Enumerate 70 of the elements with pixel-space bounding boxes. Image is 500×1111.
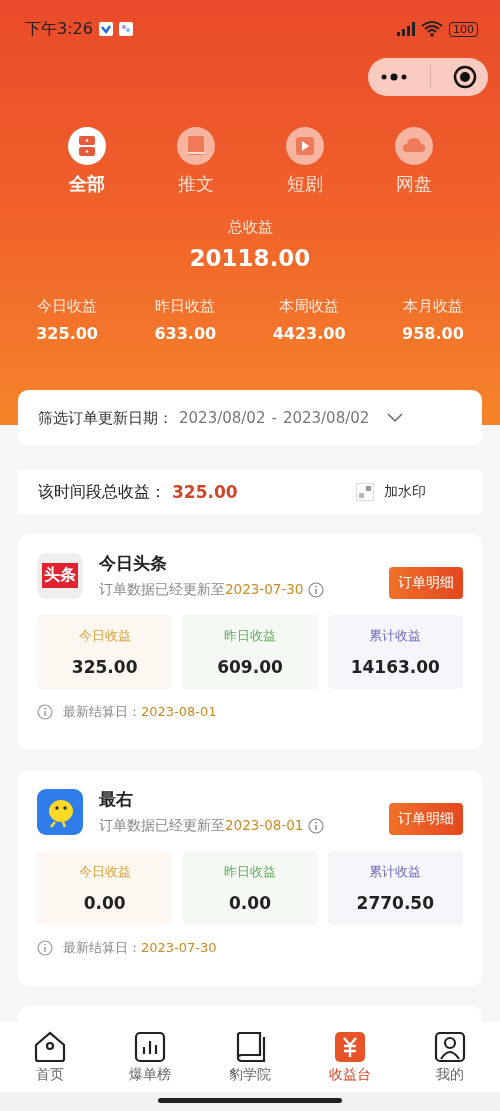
update-status-text: 订单数据已经更新至2023-08-01 [99,817,304,835]
app-notification-icon [118,22,133,36]
date-filter[interactable]: 筛选订单更新日期： 2023/08/02 - 2023/08/02 [18,390,482,446]
tile-label: 今日收益 [78,863,131,881]
order-details-button[interactable]: 订单明细 [389,802,463,835]
stat-value: 633.00 [154,324,217,343]
app-notification-icon [98,22,113,36]
nav-tab[interactable]: 爆单榜 [115,1030,185,1084]
order-details-button[interactable]: 订单明细 [389,566,463,599]
update-status-text: 订单数据已经更新至2023-07-30 [99,581,304,599]
platform-name: 最右 [99,788,134,811]
stat-value: 4423.00 [272,324,346,343]
chick-logo-icon [37,788,83,835]
category-tab[interactable]: 网盘 [393,126,434,196]
stat-label: 昨日收益 [155,297,216,316]
period-total-value: 325.00 [172,482,238,502]
book-icon [234,1030,266,1063]
play-icon [284,126,325,166]
tile-label: 累计收益 [369,627,422,645]
watermark-checkbox[interactable] [356,483,374,501]
stat-value: 958.00 [402,324,464,343]
home-icon [34,1030,66,1063]
info-icon [37,704,53,720]
period-total-label: 该时间段总收益： [38,481,166,503]
wifi-icon [421,21,443,37]
tile-value: 2770.50 [356,893,435,913]
nav-tab[interactable]: 豹学院 [215,1030,285,1084]
start-date: 2023/08/02 [179,409,266,427]
stat-value: 325.00 [36,324,98,343]
tile-value: 325.00 [71,657,138,677]
chevron-down-icon[interactable] [387,413,404,423]
info-icon[interactable] [308,582,325,598]
info-icon[interactable] [308,818,325,834]
date-separator: - [271,409,277,427]
tile-label: 昨日收益 [224,863,276,881]
tile-label: 昨日收益 [224,627,276,645]
platform-name: 今日头条 [99,552,168,575]
end-date: 2023/08/02 [282,409,370,427]
watermark-label: 加水印 [384,483,426,501]
battery-indicator: 100 [449,21,478,37]
total-earnings-value: 20118.00 [188,245,312,271]
nav-tab[interactable]: 我的 [415,1030,485,1084]
settlement-text: 最新结算日：2023-07-30 [63,939,217,957]
stat-label: 今日收益 [37,297,98,316]
stat-label: 本月收益 [402,297,463,316]
tile-label: 累计收益 [369,863,422,881]
tile-label: 今日收益 [78,627,131,645]
bar-chart-icon [134,1030,166,1063]
nav-tab[interactable]: 收益台 [315,1030,385,1084]
close-target-icon[interactable] [453,65,478,89]
app-logo: 头条 [37,552,83,599]
tile-value: 14163.00 [350,657,440,677]
tile-value: 0.00 [229,893,271,913]
total-earnings-label: 总收益 [226,218,274,237]
drawer-icon [66,126,107,166]
settlement-text: 最新结算日：2023-08-01 [63,703,217,721]
tile-value: 0.00 [83,893,126,913]
status-time: 下午3:26 [25,18,93,40]
book-icon [175,126,216,166]
cloud-icon [393,126,434,166]
tile-value: 609.00 [217,657,283,677]
category-tab[interactable]: 短剧 [284,126,325,196]
user-icon [434,1030,466,1063]
category-tab[interactable]: 推文 [175,126,216,196]
info-icon [37,940,53,956]
stat-label: 本周收益 [279,297,340,316]
category-tab[interactable]: 全部 [66,126,107,196]
filter-label: 筛选订单更新日期： [38,408,173,428]
nav-tab[interactable]: 首页 [15,1030,85,1084]
yuan-icon [334,1030,366,1063]
